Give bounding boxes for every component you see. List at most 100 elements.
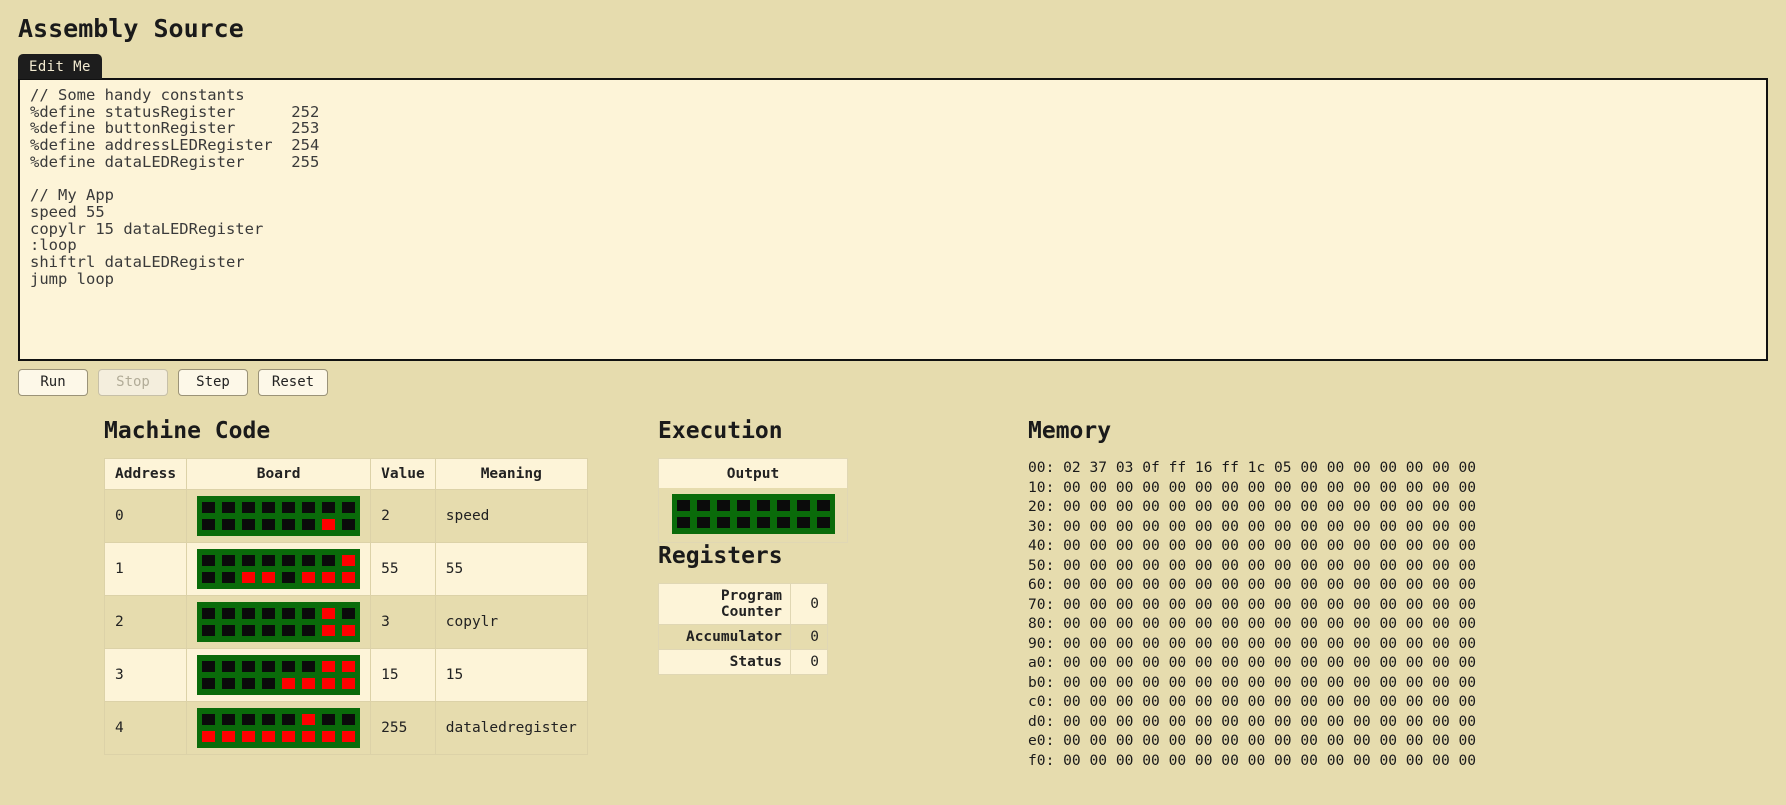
output-panel: Output [658,458,848,543]
led-off-icon [202,519,216,530]
register-name: Accumulator [658,624,791,650]
led-on-icon [302,678,316,689]
cell-board [186,489,372,543]
output-board-container [659,488,847,542]
register-name: Program Counter [658,583,791,625]
led-off-icon [222,555,236,566]
led-on-icon [262,731,276,742]
machine-code-panel: Machine Code Address Board Value Meaning… [18,418,658,770]
led-off-icon [202,714,216,725]
registers-table: Program Counter 0 Accumulator 0 Status 0 [658,583,828,675]
register-value: 0 [790,649,828,675]
led-off-icon [222,625,236,636]
register-value: 0 [790,624,828,650]
led-off-icon [736,500,750,511]
app-root: Assembly Source Edit Me // Some handy co… [0,14,1786,805]
run-button[interactable]: Run [18,369,88,396]
reset-button[interactable]: Reset [258,369,328,396]
memory-dump-text: 00: 02 37 03 0f ff 16 ff 1c 05 00 00 00 … [1028,459,1477,769]
registers-title: Registers [658,543,783,569]
register-name: Status [658,649,791,675]
led-off-icon [342,714,356,725]
machine-code-title: Machine Code [104,418,271,444]
led-on-icon [322,608,336,619]
stop-button: Stop [98,369,168,396]
led-off-icon [242,555,256,566]
led-off-icon [696,517,710,528]
led-off-icon [322,502,336,513]
cell-address: 0 [103,489,188,543]
led-on-icon [282,678,296,689]
table-row: 1 55 55 [103,542,588,596]
led-row-value [202,625,356,636]
led-off-icon [262,714,276,725]
led-off-icon [736,517,750,528]
led-off-icon [302,625,316,636]
led-off-icon [302,519,316,530]
led-off-icon [202,572,216,583]
cell-value: 255 [370,701,436,755]
led-on-icon [342,661,356,672]
led-off-icon [322,714,336,725]
led-off-icon [262,502,276,513]
led-off-icon [242,625,256,636]
register-row: Program Counter 0 [658,583,828,625]
led-off-icon [776,500,790,511]
led-off-icon [342,519,356,530]
page-title: Assembly Source [18,14,244,43]
led-off-icon [242,519,256,530]
table-header-row: Address Board Value Meaning [103,458,588,490]
led-off-icon [816,517,830,528]
led-on-icon [242,572,256,583]
lower-panels: Machine Code Address Board Value Meaning… [18,418,1768,770]
led-on-icon [322,678,336,689]
led-on-icon [242,731,256,742]
step-button[interactable]: Step [178,369,248,396]
led-row-value [202,731,356,742]
led-off-icon [262,678,276,689]
control-buttons: Run Stop Step Reset [18,369,1768,396]
cell-address: 1 [103,542,188,596]
led-row-value [202,678,356,689]
led-off-icon [202,502,216,513]
output-label: Output [726,466,780,482]
execution-panel: Execution Output Registers Program Count… [658,418,1028,770]
led-on-icon [322,572,336,583]
led-off-icon [776,517,790,528]
led-off-icon [202,555,216,566]
led-off-icon [796,500,810,511]
led-off-icon [716,500,730,511]
led-on-icon [202,731,216,742]
led-off-icon [816,500,830,511]
cell-value: 3 [370,595,436,649]
led-off-icon [222,714,236,725]
led-on-icon [282,731,296,742]
editor-textarea[interactable]: // Some handy constants %define statusRe… [18,78,1768,361]
led-on-icon [342,678,356,689]
cell-meaning: speed [434,489,588,543]
table-row: 3 15 15 [103,648,588,702]
led-off-icon [262,519,276,530]
led-off-icon [302,661,316,672]
led-off-icon [242,661,256,672]
led-on-icon [322,731,336,742]
editor-code-text: // Some handy constants %define statusRe… [30,86,320,288]
led-off-icon [302,555,316,566]
led-on-icon [322,625,336,636]
led-row-address [676,500,830,511]
cell-board [186,701,372,755]
led-off-icon [342,608,356,619]
cell-value: 2 [370,489,436,543]
editor-tab-edit-me[interactable]: Edit Me [18,54,102,79]
led-off-icon [202,625,216,636]
cell-address: 3 [103,648,188,702]
led-off-icon [262,555,276,566]
led-off-icon [262,625,276,636]
led-off-icon [202,661,216,672]
cell-meaning: copylr [434,595,588,649]
led-on-icon [322,519,336,530]
led-off-icon [282,502,296,513]
machine-code-body: 0 2 speed 1 55 55 2 3 copylr 3 15 15 4 255 dataledregi… [103,489,588,755]
led-row-address [202,661,356,672]
led-off-icon [282,608,296,619]
